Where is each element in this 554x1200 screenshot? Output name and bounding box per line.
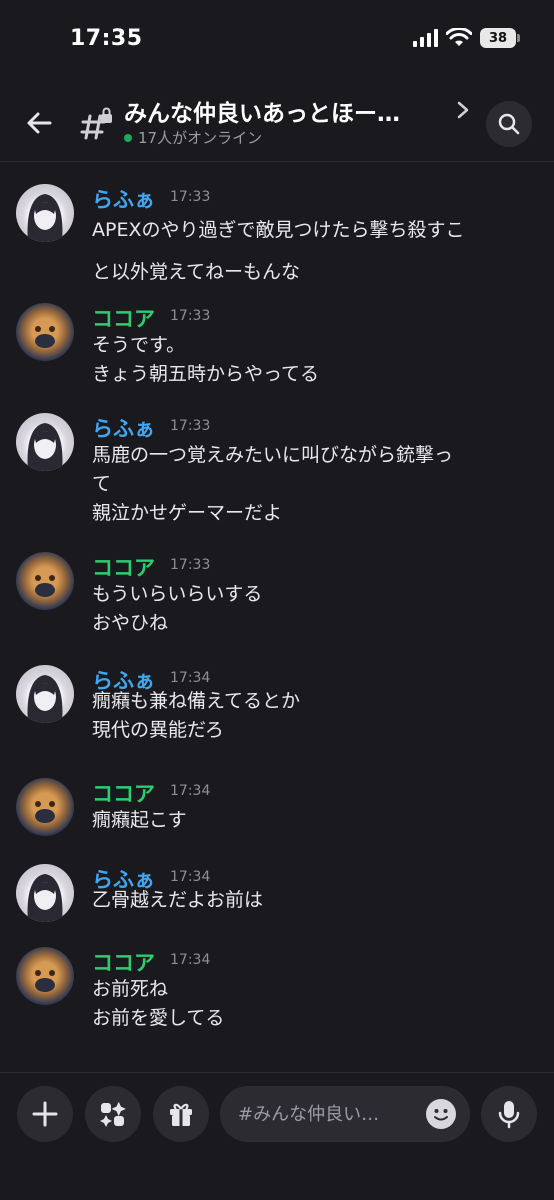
timestamp: 17:34 bbox=[170, 869, 211, 885]
wifi-icon bbox=[446, 28, 472, 46]
message-text: 癇癪起こす bbox=[92, 809, 187, 831]
online-count: 17人がオンライン bbox=[138, 129, 263, 147]
search-button[interactable] bbox=[486, 101, 532, 147]
message-text: APEXのやり過ぎで敵見つけたら撃ち殺すこ と以外覚えてねーもんな bbox=[92, 219, 465, 283]
author-name[interactable]: ココア bbox=[92, 552, 155, 582]
message-text: 馬鹿の一つ覚えみたいに叫びながら銃撃っ て 親泣かせゲーマーだよ bbox=[92, 444, 454, 524]
back-arrow-icon[interactable] bbox=[24, 108, 54, 138]
apps-button[interactable] bbox=[85, 1086, 141, 1142]
avatar[interactable] bbox=[16, 303, 74, 361]
gift-button[interactable] bbox=[153, 1086, 209, 1142]
author-name[interactable]: らふぁ bbox=[92, 413, 155, 443]
message-input[interactable] bbox=[238, 1100, 418, 1128]
microphone-icon bbox=[498, 1101, 520, 1129]
timestamp: 17:34 bbox=[170, 783, 211, 799]
cellular-signal-icon bbox=[413, 29, 438, 47]
battery-indicator: 38 bbox=[480, 28, 520, 48]
message-text: 乙骨越えだよお前は bbox=[92, 889, 264, 911]
message-text: お前死ね お前を愛してる bbox=[92, 978, 225, 1029]
avatar[interactable] bbox=[16, 947, 74, 1005]
avatar[interactable] bbox=[16, 665, 74, 723]
timestamp: 17:34 bbox=[170, 670, 211, 686]
message-text: もういらいらいする おやひね bbox=[92, 583, 263, 634]
channel-title[interactable]: みんな仲良いあっとほー… bbox=[124, 94, 434, 128]
timestamp: 17:33 bbox=[170, 189, 211, 205]
emoji-icon[interactable] bbox=[426, 1099, 456, 1129]
plus-icon bbox=[32, 1101, 58, 1127]
channel-header: みんな仲良いあっとほー… 17人がオンライン bbox=[0, 80, 554, 162]
message-text: そうです。 きょう朝五時からやってる bbox=[92, 334, 320, 385]
avatar[interactable] bbox=[16, 778, 74, 836]
search-icon bbox=[498, 113, 520, 135]
online-status: 17人がオンライン bbox=[124, 127, 262, 148]
timestamp: 17:34 bbox=[170, 952, 211, 968]
avatar[interactable] bbox=[16, 184, 74, 242]
gift-icon bbox=[170, 1103, 192, 1126]
online-dot-icon bbox=[124, 133, 132, 142]
clock: 17:35 bbox=[70, 26, 143, 51]
avatar[interactable] bbox=[16, 413, 74, 471]
voice-button[interactable] bbox=[481, 1086, 537, 1142]
status-icons: 38 bbox=[413, 28, 520, 48]
timestamp: 17:33 bbox=[170, 557, 211, 573]
author-name[interactable]: ココア bbox=[92, 778, 155, 808]
avatar[interactable] bbox=[16, 864, 74, 922]
apps-icon bbox=[100, 1101, 126, 1127]
author-name[interactable]: ココア bbox=[92, 947, 155, 977]
timestamp: 17:33 bbox=[170, 418, 211, 434]
author-name[interactable]: ココア bbox=[92, 303, 155, 333]
composer-bar bbox=[0, 1072, 554, 1200]
add-button[interactable] bbox=[17, 1086, 73, 1142]
channel-hash-lock-icon bbox=[80, 107, 112, 140]
timestamp: 17:33 bbox=[170, 308, 211, 324]
message-text: 癇癪も兼ね備えてるとか 現代の異能だろ bbox=[92, 690, 301, 741]
avatar[interactable] bbox=[16, 552, 74, 610]
message-input-box[interactable] bbox=[220, 1086, 470, 1142]
chevron-right-icon[interactable] bbox=[456, 100, 470, 120]
status-bar: 17:35 38 bbox=[0, 0, 554, 80]
